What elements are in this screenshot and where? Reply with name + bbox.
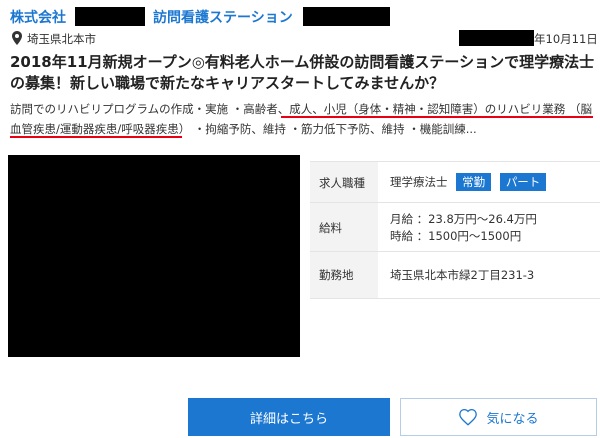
company-name[interactable]: 株式会社 xyxy=(10,7,66,27)
redacted-date-year xyxy=(459,30,534,46)
salary-monthly: 月給 ：23.8万円～26.4万円 xyxy=(390,212,537,226)
redacted-facility-name xyxy=(303,7,390,26)
salary-hourly: 時給 ：1500円～1500円 xyxy=(390,229,522,243)
badge-parttime: パート xyxy=(499,173,547,191)
facility-name[interactable]: 訪問看護ステーション xyxy=(153,7,293,27)
detail-button[interactable]: 詳細はこちら xyxy=(188,398,390,436)
map-pin-icon xyxy=(12,31,22,45)
listing-location: 埼玉県北本市 xyxy=(27,32,96,46)
redacted-company-name xyxy=(75,7,145,26)
info-label: 求人職種 xyxy=(310,162,378,203)
job-type-value: 理学療法士 xyxy=(390,175,448,189)
info-value: 理学療法士 常勤 パート xyxy=(390,173,547,191)
info-label: 給料 xyxy=(310,203,378,252)
job-title[interactable]: 2018年11月新規オープン◎有料老人ホーム併設の訪問看護ステーションで理学療法… xyxy=(10,52,595,94)
highlight-underline xyxy=(281,116,593,118)
info-row-location: 勤務地 埼玉県北本市緑2丁目231-3 xyxy=(310,251,600,299)
listing-photo xyxy=(8,155,300,357)
heart-icon xyxy=(459,408,478,426)
info-row-salary: 給料 月給 ：23.8万円～26.4万円 時給 ：1500円～1500円 xyxy=(310,202,600,252)
job-info-table: 求人職種 理学療法士 常勤 パート 給料 月給 ：23.8万円～26.4万円 時… xyxy=(310,161,600,299)
badge-fulltime: 常勤 xyxy=(456,173,492,191)
listing-date: 年10月11日 xyxy=(534,32,598,46)
info-label: 勤務地 xyxy=(310,252,378,298)
favorite-button[interactable]: 気になる xyxy=(400,398,597,436)
highlight-underline xyxy=(10,136,182,138)
location-value: 埼玉県北本市緑2丁目231-3 xyxy=(390,268,535,282)
detail-button-label: 詳細はこちら xyxy=(249,411,328,427)
info-row-job-type: 求人職種 理学療法士 常勤 パート xyxy=(310,161,600,203)
favorite-button-label: 気になる xyxy=(486,411,539,427)
job-description: 訪問でのリハビリプログラムの作成・実施 ・高齢者、成人、小児（身体・精神・認知障… xyxy=(10,102,592,136)
